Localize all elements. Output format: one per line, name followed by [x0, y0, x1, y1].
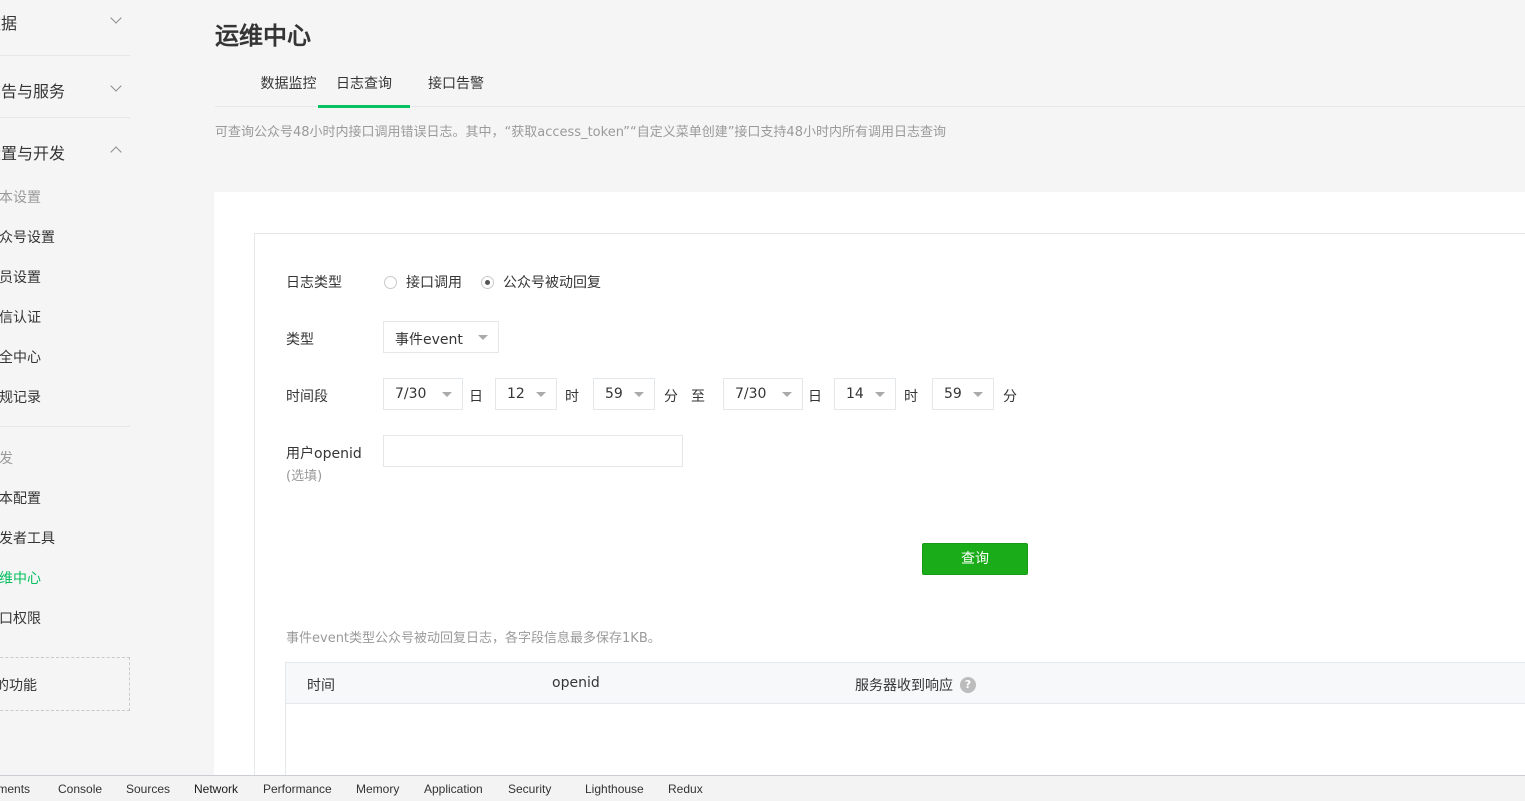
- openid-label: 用户openid: [286, 446, 362, 462]
- sidebar-item-wechat-verification[interactable]: 微信认证: [0, 307, 130, 327]
- end-minute-select[interactable]: 59: [932, 378, 994, 410]
- radio-api-call[interactable]: 接口调用: [384, 272, 462, 292]
- type-select-value: 事件event: [395, 332, 463, 348]
- start-minute-value: 59: [605, 386, 623, 402]
- end-date-value: 7/30: [735, 386, 767, 402]
- start-hour-value: 12: [507, 386, 525, 402]
- caret-down-icon: [478, 335, 488, 340]
- sidebar-item-security-center[interactable]: 安全中心: [0, 347, 130, 367]
- column-header-time: 时间: [307, 678, 335, 694]
- sidebar-category-development: 开发: [0, 451, 13, 467]
- page-title: 运维中心: [215, 22, 311, 50]
- unit-hour: 时: [904, 389, 918, 405]
- caret-down-icon: [973, 392, 983, 397]
- caret-down-icon: [634, 392, 644, 397]
- radio-unchecked-icon: [384, 275, 397, 289]
- start-date-value: 7/30: [395, 386, 427, 402]
- sidebar-item-account-settings[interactable]: 公众号设置: [0, 227, 130, 247]
- query-form-container: 日志类型 接口调用 公众号被动回复 类型 事件event 时间段 7/30 日 …: [254, 233, 1525, 776]
- range-to-label: 至: [691, 389, 705, 405]
- radio-label: 公众号被动回复: [503, 275, 601, 291]
- devtools-tab-sources[interactable]: Sources: [126, 782, 170, 796]
- devtools-tab-application[interactable]: Application: [424, 782, 483, 796]
- table-header: 时间 openid 服务器收到响应 ?: [286, 663, 1525, 704]
- caret-down-icon: [875, 392, 885, 397]
- start-date-select[interactable]: 7/30: [383, 378, 463, 410]
- unit-minute: 分: [1003, 389, 1017, 405]
- sidebar-item-developer-tools[interactable]: 开发者工具: [0, 528, 130, 548]
- type-select[interactable]: 事件event: [383, 321, 499, 353]
- unit-day: 日: [808, 389, 822, 405]
- unit-day: 日: [469, 389, 483, 405]
- sidebar: 数据 广告与服务 设置与开发 基本设置 公众号设置 人员设置 微信认证 安全中心…: [0, 0, 130, 775]
- sidebar-item-api-permissions[interactable]: 接口权限: [0, 608, 130, 628]
- end-hour-select[interactable]: 14: [834, 378, 896, 410]
- end-hour-value: 14: [846, 386, 864, 402]
- devtools-tab-redux[interactable]: Redux: [668, 782, 703, 796]
- sidebar-group-label: 数据: [0, 14, 18, 33]
- sidebar-item-ops-center[interactable]: 运维中心: [0, 568, 130, 588]
- devtools-tab-elements[interactable]: Elements: [0, 782, 30, 796]
- openid-input[interactable]: [383, 435, 683, 467]
- page-description: 可查询公众号48小时内接口调用错误日志。其中，“获取access_token”“…: [215, 125, 946, 140]
- devtools-tab-security[interactable]: Security: [508, 782, 551, 796]
- openid-optional-hint: (选填): [286, 469, 323, 484]
- sidebar-item-staff-settings[interactable]: 人员设置: [0, 267, 130, 287]
- column-header-openid: openid: [552, 675, 600, 691]
- log-query-panel: 日志类型 接口调用 公众号被动回复 类型 事件event 时间段 7/30 日 …: [214, 192, 1525, 776]
- add-new-feature-button[interactable]: 新的功能: [0, 657, 130, 711]
- unit-hour: 时: [565, 389, 579, 405]
- type-label: 类型: [286, 332, 314, 348]
- column-header-label: 服务器收到响应: [855, 678, 953, 694]
- radio-checked-icon: [481, 275, 494, 289]
- tab-api-alerts[interactable]: 接口告警: [427, 64, 485, 107]
- sidebar-category-basic-settings: 基本设置: [0, 190, 41, 206]
- results-note: 事件event类型公众号被动回复日志，各字段信息最多保存1KB。: [286, 631, 661, 646]
- caret-down-icon: [536, 392, 546, 397]
- radio-label: 接口调用: [406, 275, 462, 291]
- caret-down-icon: [782, 392, 792, 397]
- tab-log-query[interactable]: 日志查询: [318, 64, 410, 108]
- devtools-tab-bar: Elements Console Sources Network Perform…: [0, 775, 1525, 801]
- devtools-tab-network[interactable]: Network: [194, 782, 238, 796]
- column-header-server-response: 服务器收到响应 ?: [855, 675, 976, 695]
- sidebar-divider: [0, 426, 130, 427]
- sidebar-group-settings-dev[interactable]: 设置与开发: [0, 118, 130, 178]
- sidebar-group-ads-services[interactable]: 广告与服务: [0, 56, 130, 118]
- period-label: 时间段: [286, 389, 328, 405]
- start-minute-select[interactable]: 59: [593, 378, 655, 410]
- radio-passive-reply[interactable]: 公众号被动回复: [481, 272, 601, 292]
- sidebar-item-basic-config[interactable]: 基本配置: [0, 488, 130, 508]
- query-button[interactable]: 查询: [922, 543, 1028, 575]
- sidebar-item-violation-records[interactable]: 违规记录: [0, 387, 130, 407]
- help-icon[interactable]: ?: [960, 677, 976, 693]
- caret-down-icon: [442, 392, 452, 397]
- chevron-up-icon: [110, 146, 122, 158]
- devtools-tab-console[interactable]: Console: [58, 782, 102, 796]
- devtools-tab-performance[interactable]: Performance: [263, 782, 332, 796]
- start-hour-select[interactable]: 12: [495, 378, 557, 410]
- new-feature-label: 新的功能: [0, 678, 37, 694]
- unit-minute: 分: [664, 389, 678, 405]
- tab-bar: 数据监控 日志查询 接口告警: [215, 64, 1525, 108]
- devtools-tab-memory[interactable]: Memory: [356, 782, 399, 796]
- devtools-tab-lighthouse[interactable]: Lighthouse: [585, 782, 644, 796]
- sidebar-group-data[interactable]: 数据: [0, 0, 130, 56]
- results-table: 时间 openid 服务器收到响应 ?: [285, 662, 1525, 776]
- log-type-label: 日志类型: [286, 275, 342, 291]
- end-date-select[interactable]: 7/30: [723, 378, 803, 410]
- sidebar-group-label: 广告与服务: [0, 82, 66, 101]
- end-minute-value: 59: [944, 386, 962, 402]
- sidebar-group-label: 设置与开发: [0, 144, 66, 163]
